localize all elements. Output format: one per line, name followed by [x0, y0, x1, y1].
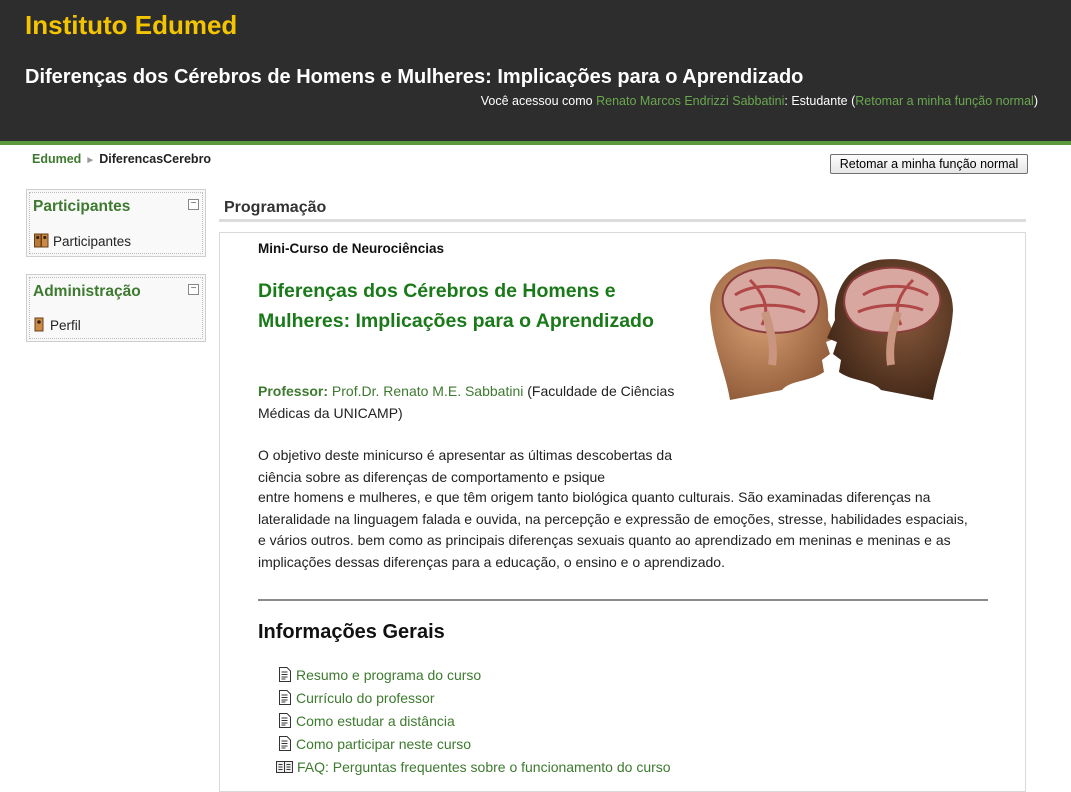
document-icon	[278, 713, 292, 731]
login-prefix: Você acessou como	[480, 94, 597, 108]
page-header: Instituto Edumed Diferenças dos Cérebros…	[0, 0, 1071, 145]
return-role-link[interactable]: Retomar a minha função normal	[855, 94, 1034, 108]
professor-label: Professor:	[258, 383, 329, 399]
course-description-part-1: O objetivo deste minicurso é apresentar …	[258, 447, 672, 485]
participants-block-title: Participantes	[33, 198, 131, 215]
resource-link[interactable]: FAQ: Perguntas frequentes sobre o funcio…	[276, 759, 671, 777]
return-normal-role-button[interactable]: Retomar a minha função normal	[830, 154, 1028, 174]
resource-label: FAQ: Perguntas frequentes sobre o funcio…	[297, 759, 671, 775]
document-icon	[278, 667, 292, 685]
course-description-part-2: entre homens e mulheres, e que têm orige…	[258, 489, 968, 570]
participants-link[interactable]: Participantes	[34, 233, 131, 251]
login-info: Você acessou como Renato Marcos Endrizzi…	[481, 94, 1038, 108]
course-title: Diferenças dos Cérebros de Homens e Mulh…	[25, 66, 804, 88]
resource-link[interactable]: Resumo e programa do curso	[278, 667, 481, 685]
section-divider	[258, 599, 988, 601]
breadcrumb: Edumed ► DiferencasCerebro	[32, 152, 211, 166]
user-icon	[34, 317, 46, 335]
admin-block-title: Administração	[33, 283, 141, 300]
resource-link[interactable]: Como participar neste curso	[278, 736, 471, 754]
users-icon	[34, 233, 49, 251]
resource-label: Como estudar a distância	[296, 713, 455, 729]
user-name-link[interactable]: Renato Marcos Endrizzi Sabbatini	[596, 94, 784, 108]
admin-block: Administração − Perfil	[26, 274, 206, 342]
brain-illustration	[690, 250, 973, 402]
close-paren: )	[1033, 94, 1038, 108]
resource-label: Como participar neste curso	[296, 736, 472, 752]
document-icon	[278, 736, 292, 754]
profile-link[interactable]: Perfil	[34, 317, 81, 335]
site-title[interactable]: Instituto Edumed	[25, 10, 237, 41]
breadcrumb-home[interactable]: Edumed	[32, 152, 81, 166]
professor-link[interactable]: Prof.Dr. Renato M.E. Sabbatini	[332, 383, 523, 399]
professor-info: Professor: Prof.Dr. Renato M.E. Sabbatin…	[258, 381, 678, 424]
profile-link-label: Perfil	[50, 318, 81, 333]
breadcrumb-separator: ►	[85, 155, 96, 166]
resource-link[interactable]: Currículo do professor	[278, 690, 435, 708]
participants-link-label: Participantes	[53, 234, 132, 249]
collapse-icon[interactable]: −	[188, 284, 199, 295]
collapse-icon[interactable]: −	[188, 199, 199, 210]
participants-block: Participantes − Participantes	[26, 189, 206, 257]
general-info-heading: Informações Gerais	[258, 621, 445, 643]
role-text: : Estudante (	[784, 94, 856, 108]
document-icon	[278, 690, 292, 708]
breadcrumb-current: DiferencasCerebro	[99, 152, 212, 166]
resource-label: Resumo e programa do curso	[296, 667, 482, 683]
section-heading: Programação	[219, 197, 1026, 222]
resource-link[interactable]: Como estudar a distância	[278, 713, 455, 731]
course-heading: Diferenças dos Cérebros de Homens e Mulh…	[258, 280, 654, 332]
glossary-icon	[276, 759, 293, 777]
course-subtitle: Mini-Curso de Neurociências	[258, 241, 445, 256]
course-summary-box: Mini-Curso de Neurociências Diferenças d…	[219, 232, 1026, 792]
resource-label: Currículo do professor	[296, 690, 435, 706]
section-heading-label: Programação	[224, 199, 327, 216]
